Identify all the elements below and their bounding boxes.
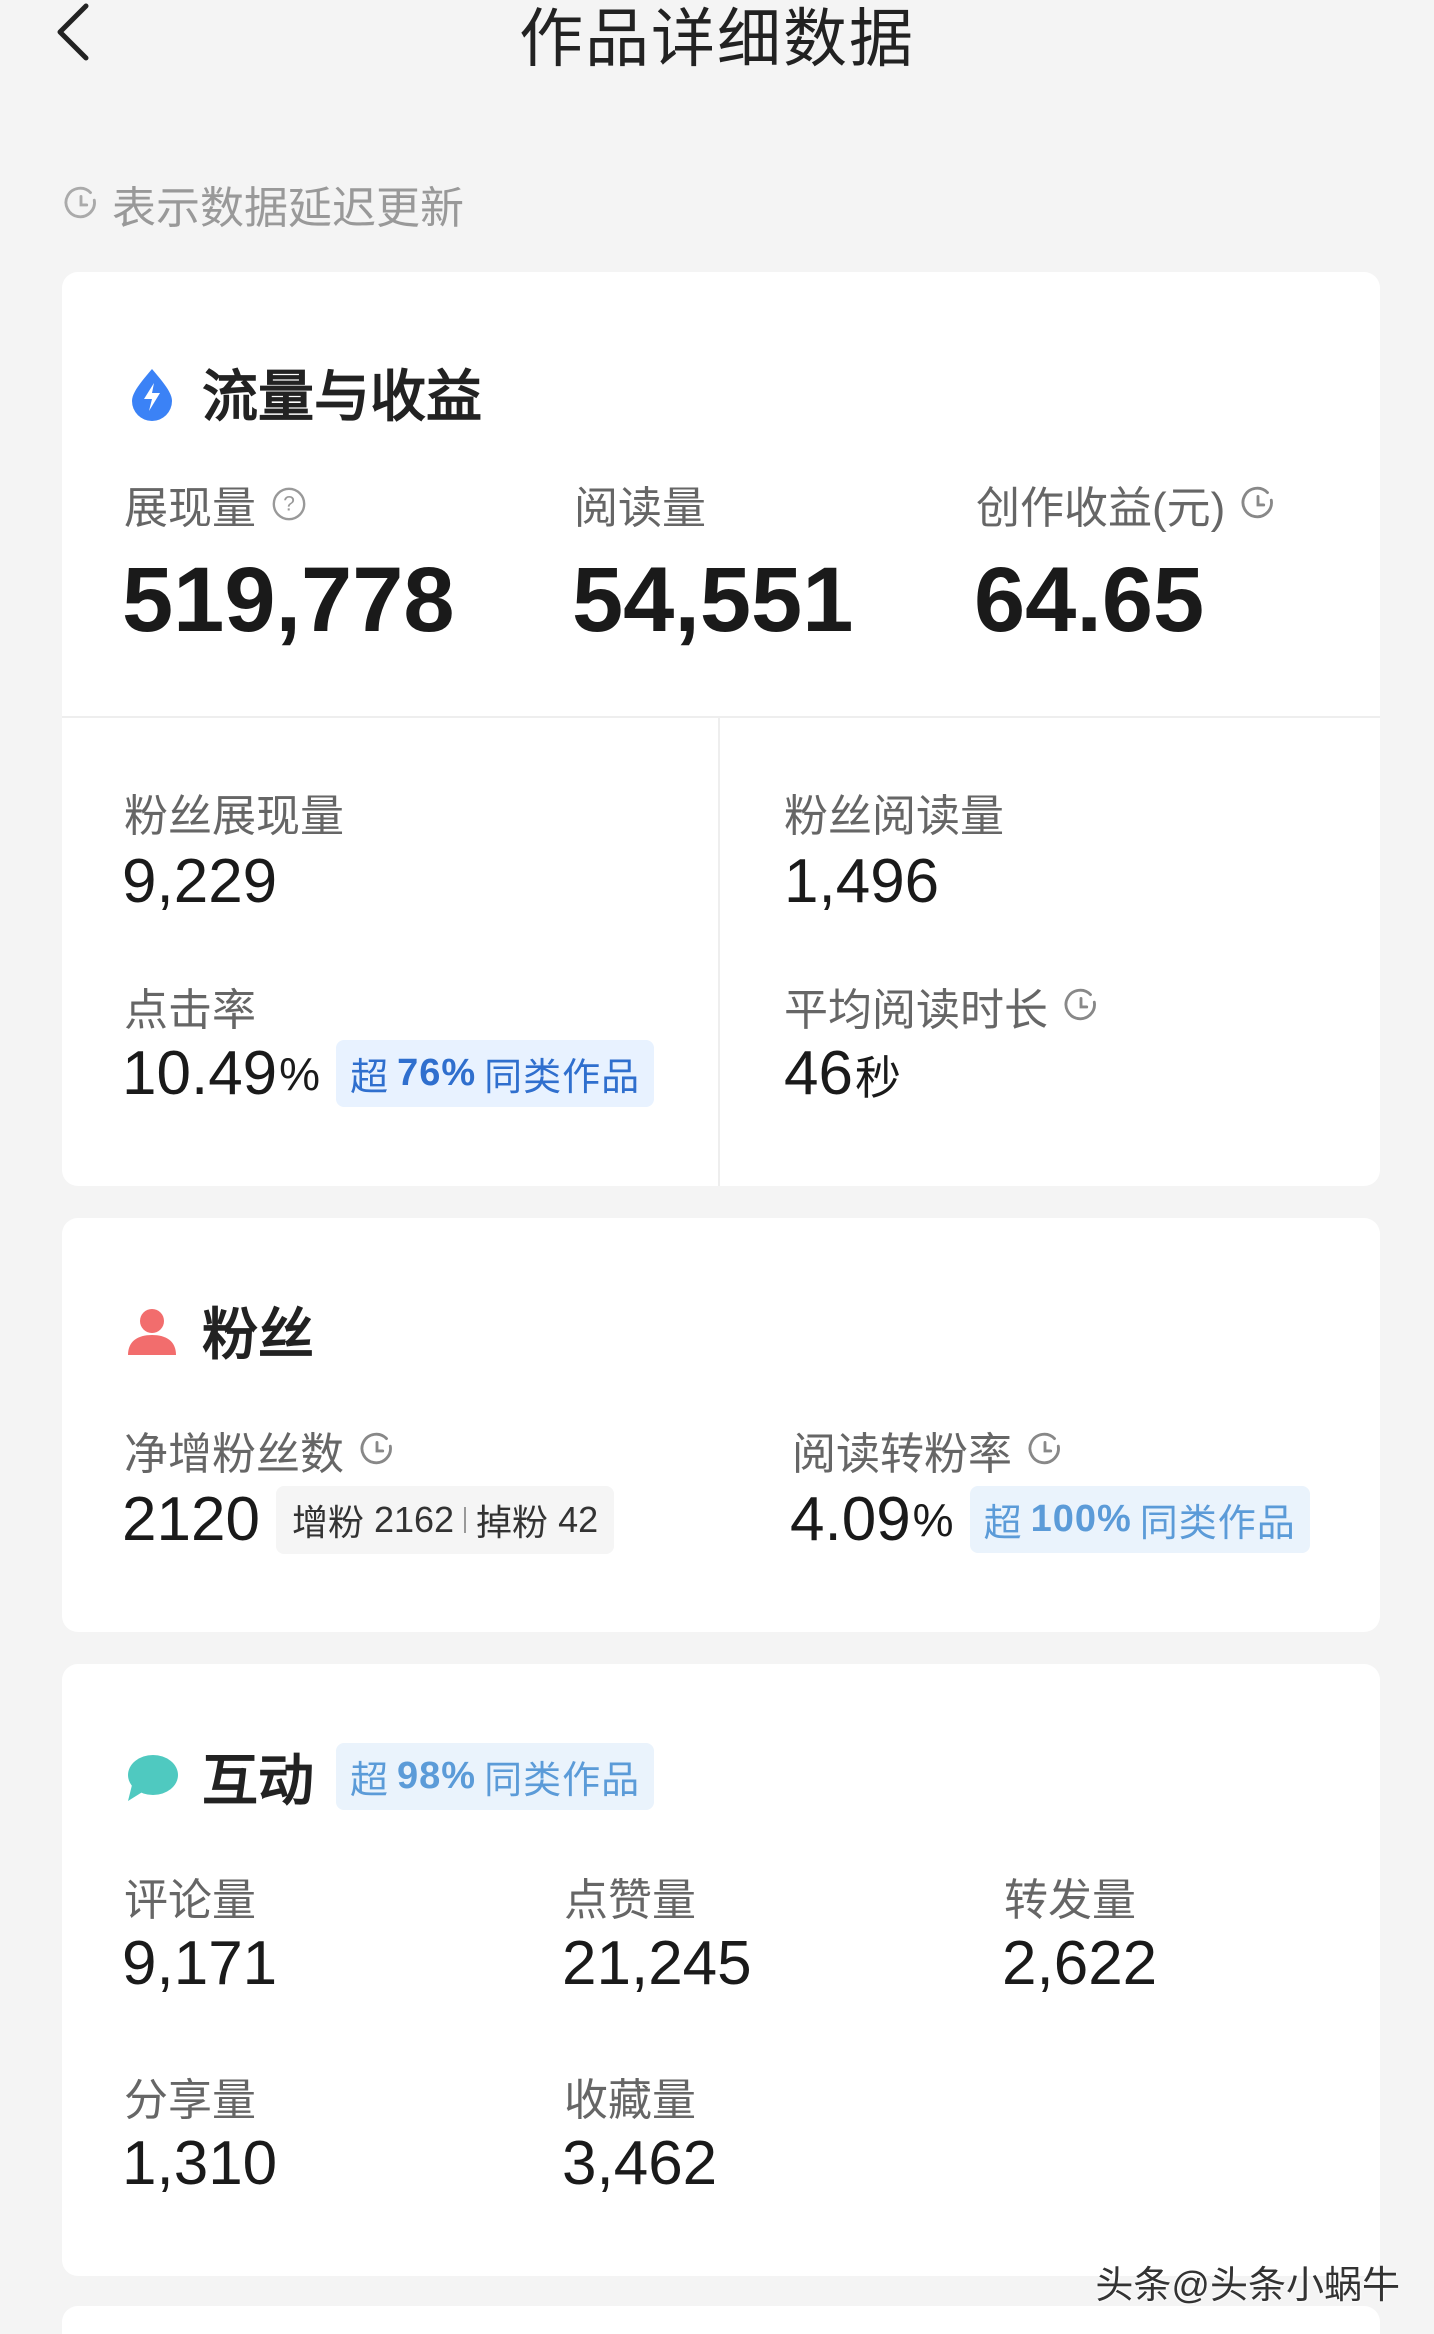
ctr-rank-badge: 超 76% 同类作品 [336, 1040, 655, 1107]
conversion-label: 阅读转粉率 [792, 1418, 1064, 1482]
divider [464, 1506, 467, 1533]
earnings-label: 创作收益(元) [976, 472, 1277, 536]
fan-reads-value: 1,496 [784, 847, 940, 916]
avg-time-value: 46 [784, 1039, 853, 1108]
impressions-value: 519,778 [122, 549, 455, 651]
clock-delay-icon [64, 186, 96, 219]
delay-note-text: 表示数据延迟更新 [112, 184, 464, 233]
conversion-value: 4.09 [790, 1485, 911, 1554]
reads-label: 阅读量 [574, 484, 706, 533]
divider [718, 718, 720, 1186]
impressions-label: 展现量 ? [124, 472, 308, 536]
watermark: 头条@头条小蜗牛 [1095, 2265, 1400, 2307]
favorites-label: 收藏量 [564, 2076, 696, 2125]
svg-text:?: ? [283, 493, 295, 516]
ctr-value: 10.49 [122, 1039, 278, 1108]
chat-bubble-icon [128, 1754, 178, 1801]
fan-reads-label: 粉丝阅读量 [784, 792, 1004, 841]
fans-person-icon [128, 1308, 176, 1355]
likes-value: 21,245 [562, 1929, 752, 1998]
fans-card: 粉丝 净增粉丝数 2120 增粉 2162 掉粉 42 阅读转粉率 4.09% 超1… [62, 1218, 1380, 1632]
top-bar: 作品详细数据 [0, 0, 1434, 90]
net-fans-label: 净增粉丝数 [124, 1418, 396, 1482]
earnings-value: 64.65 [974, 549, 1205, 651]
shares-value: 1,310 [122, 2129, 278, 2198]
reposts-label: 转发量 [1004, 1876, 1136, 1925]
clock-delay-icon [1028, 1432, 1060, 1465]
fan-impressions-value: 9,229 [122, 847, 278, 916]
next-card [62, 2306, 1380, 2334]
conversion-row: 4.09% 超 100% 同类作品 [790, 1484, 1310, 1555]
reposts-value: 2,622 [1002, 1929, 1158, 1998]
ctr-label: 点击率 [124, 986, 256, 1035]
page-title: 作品详细数据 [519, 3, 915, 75]
net-fans-row: 2120 增粉 2162 掉粉 42 [122, 1484, 615, 1555]
ctr-unit: % [279, 1047, 321, 1100]
comments-value: 9,171 [122, 1929, 278, 1998]
conversion-rank-badge: 超 100% 同类作品 [969, 1486, 1310, 1553]
traffic-drop-icon [132, 368, 172, 421]
traffic-earnings-card: 流量与收益 展现量 ? 519,778 阅读量 54,551 创作收益(元) 6… [62, 272, 1380, 1186]
divider [62, 716, 1380, 718]
likes-label: 点赞量 [564, 1876, 696, 1925]
fans-gain-loss-badge: 增粉 2162 掉粉 42 [275, 1485, 615, 1554]
net-fans-value: 2120 [122, 1485, 260, 1554]
shares-label: 分享量 [124, 2076, 256, 2125]
interaction-card: 互动 超 98% 同类作品 评论量 9,171 点赞量 21,245 转发量 2,6… [62, 1664, 1380, 2276]
reads-value: 54,551 [572, 549, 854, 651]
clock-delay-icon [1064, 988, 1096, 1021]
comments-label: 评论量 [124, 1876, 256, 1925]
traffic-section-title: 流量与收益 [124, 352, 482, 433]
avg-time-label: 平均阅读时长 [784, 974, 1100, 1038]
delay-note: 表示数据延迟更新 [62, 172, 464, 236]
clock-delay-icon [1241, 486, 1274, 519]
ctr-value-row: 10.49% 超 76% 同类作品 [122, 1038, 655, 1109]
favorites-value: 3,462 [562, 2129, 718, 2198]
avg-time-unit: 秒 [854, 1052, 901, 1104]
clock-delay-icon [360, 1432, 392, 1465]
interaction-section-title: 互动 超 98% 同类作品 [124, 1736, 655, 1817]
interaction-rank-badge: 超 98% 同类作品 [336, 1743, 655, 1810]
help-question-icon[interactable]: ? [270, 485, 308, 523]
fans-section-title: 粉丝 [124, 1290, 314, 1371]
fan-impressions-label: 粉丝展现量 [124, 792, 344, 841]
avg-time-value-row: 46 秒 [784, 1038, 901, 1109]
conversion-unit: % [912, 1493, 954, 1546]
